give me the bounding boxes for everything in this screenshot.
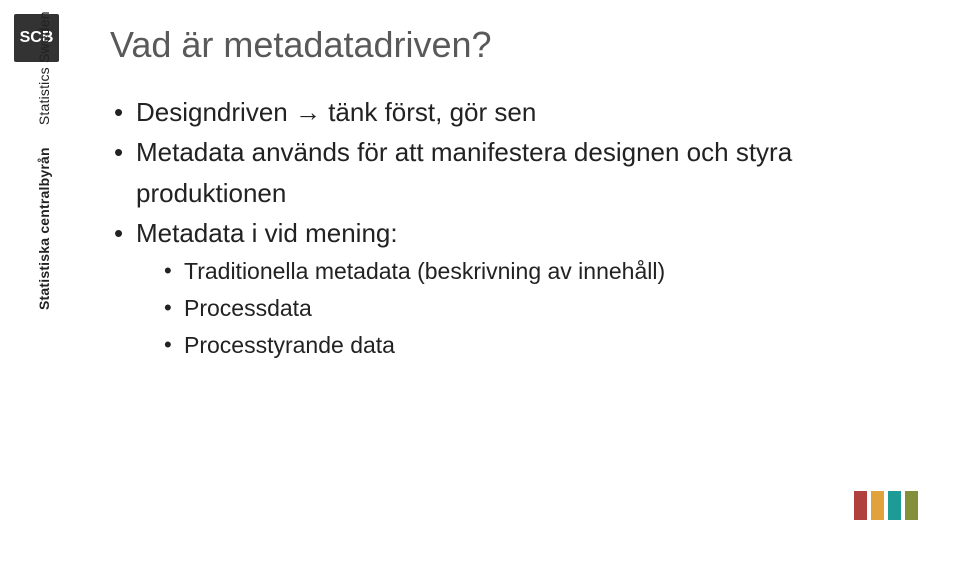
sub-bullet-item: Traditionella metadata (beskrivning av i… (164, 253, 890, 290)
bullet-text: Metadata används för att manifestera des… (136, 137, 792, 207)
sub-bullet-text: Processtyrande data (184, 332, 395, 358)
bullet-text: Metadata i vid mening: (136, 218, 398, 248)
sub-bullet-text: Traditionella metadata (beskrivning av i… (184, 258, 665, 284)
slide-title: Vad är metadatadriven? (110, 24, 890, 66)
sub-bullet-list: Traditionella metadata (beskrivning av i… (136, 253, 890, 363)
color-bar-olive (905, 491, 918, 520)
color-bar-teal (888, 491, 901, 520)
arrow-icon: → (295, 97, 321, 127)
bullet-item: Metadata i vid mening: Traditionella met… (114, 213, 890, 364)
org-name-thin: Statistics Sweden (36, 11, 52, 125)
sub-bullet-item: Processdata (164, 290, 890, 327)
bullet-text-suffix: tänk först, gör sen (321, 97, 536, 127)
color-bar-red (854, 491, 867, 520)
color-bar-orange (871, 491, 884, 520)
org-name-bold: Statistiska centralbyrån (36, 147, 52, 310)
bullet-item: Metadata används för att manifestera des… (114, 132, 890, 213)
bullet-item: Designdriven → tänk först, gör sen (114, 92, 890, 132)
org-vertical-label: Statistiska centralbyrån Statistics Swed… (36, 11, 52, 310)
sub-bullet-item: Processtyrande data (164, 327, 890, 364)
sub-bullet-text: Processdata (184, 295, 312, 321)
brand-color-bars (850, 491, 918, 520)
bullet-list: Designdriven → tänk först, gör sen Metad… (110, 92, 890, 364)
slide-content: Vad är metadatadriven? Designdriven → tä… (110, 24, 890, 364)
bullet-text-prefix: Designdriven (136, 97, 295, 127)
sidebar: SCB Statistiska centralbyrån Statistics … (0, 0, 70, 566)
